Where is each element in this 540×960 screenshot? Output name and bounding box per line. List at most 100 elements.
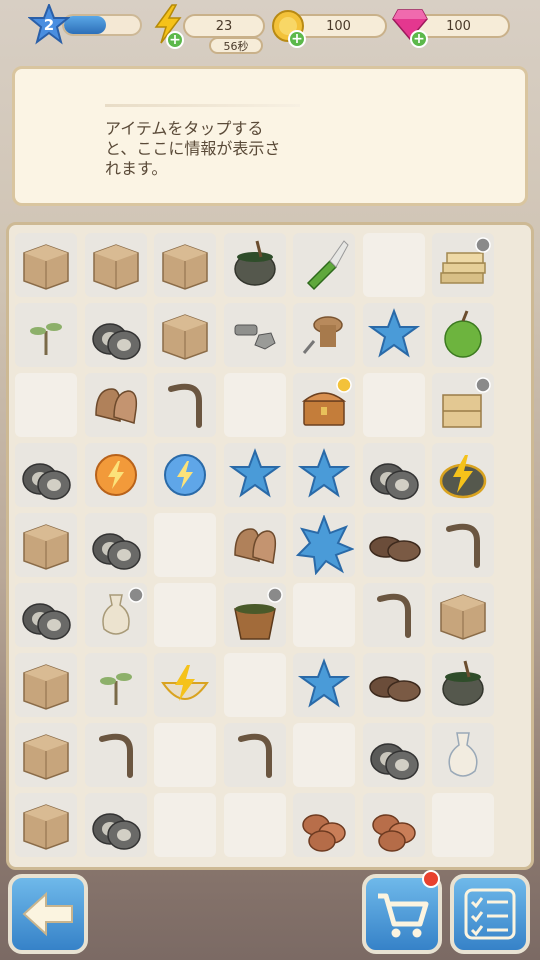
info-divider	[105, 104, 300, 107]
merge-board	[6, 222, 534, 870]
board-cell[interactable]	[15, 653, 77, 717]
board-cell[interactable]	[293, 723, 355, 787]
copper-coins-icon	[371, 814, 416, 852]
board-cell[interactable]	[293, 303, 355, 367]
sprout-icon	[99, 673, 132, 705]
tires-icon	[91, 813, 141, 850]
board-cell[interactable]	[154, 233, 216, 297]
tires-icon	[369, 463, 419, 500]
board-cell[interactable]	[223, 233, 286, 297]
energy-plus-button[interactable]: +	[166, 31, 184, 49]
drawers-icon	[442, 377, 491, 428]
board-cell[interactable]	[293, 583, 355, 647]
cardboard-box-icon	[23, 244, 69, 290]
board-cell[interactable]	[293, 513, 355, 577]
board-cell[interactable]	[293, 233, 355, 297]
cardboard-box-icon	[440, 594, 486, 640]
board-cell[interactable]	[223, 723, 286, 787]
board-cell[interactable]	[223, 793, 286, 857]
board-cell[interactable]	[432, 583, 494, 647]
board-cell[interactable]	[362, 373, 425, 437]
gloves-icon	[94, 388, 137, 424]
info-line-1: アイテムをタップする	[105, 119, 264, 138]
board-cell[interactable]	[432, 233, 494, 297]
board-cell[interactable]	[432, 653, 494, 717]
handle-icon	[446, 523, 480, 568]
board-cell[interactable]	[362, 723, 425, 787]
info-line-2: と、ここに情報が表示さ	[105, 139, 281, 158]
board-cell[interactable]	[362, 443, 425, 507]
board-cell[interactable]	[432, 723, 494, 787]
board-cell[interactable]	[84, 303, 147, 367]
board-cell[interactable]	[223, 653, 286, 717]
board-cell[interactable]	[84, 723, 147, 787]
cauldron-icon	[442, 660, 484, 706]
board-cell[interactable]	[154, 793, 216, 857]
board-cell[interactable]	[293, 373, 355, 437]
board-cell[interactable]	[362, 303, 425, 367]
board-cell[interactable]	[362, 583, 425, 647]
sprout-icon	[30, 323, 62, 355]
board-cell[interactable]	[154, 443, 216, 507]
coins-plus-button[interactable]: +	[288, 30, 306, 48]
board-cell[interactable]	[432, 443, 494, 507]
board-cell[interactable]	[154, 653, 216, 717]
tasks-button[interactable]	[450, 874, 530, 954]
board-cell[interactable]	[84, 443, 147, 507]
board-cell[interactable]	[223, 583, 286, 647]
gems-plus-button[interactable]: +	[410, 30, 428, 48]
copper-coins-icon	[302, 814, 346, 852]
board-cell[interactable]	[154, 513, 216, 577]
board-cell[interactable]	[293, 653, 355, 717]
board-cell[interactable]	[432, 513, 494, 577]
board-cell[interactable]	[293, 443, 355, 507]
board-cell[interactable]	[15, 793, 77, 857]
board-cell[interactable]	[223, 443, 286, 507]
gloves-icon	[233, 528, 276, 564]
board-cell[interactable]	[432, 303, 494, 367]
board-cell[interactable]	[223, 303, 286, 367]
cart-icon	[378, 893, 429, 938]
board-cell[interactable]	[154, 373, 216, 437]
energy-orb-blue-icon	[164, 454, 206, 496]
board-cell[interactable]	[15, 303, 77, 367]
board-cell[interactable]	[154, 303, 216, 367]
back-button[interactable]	[8, 874, 88, 954]
board-cell[interactable]	[15, 513, 77, 577]
energy-bowl-icon	[161, 665, 209, 701]
board-cell[interactable]	[223, 513, 286, 577]
board-cell[interactable]	[15, 373, 77, 437]
board-cell[interactable]	[15, 723, 77, 787]
board-cell[interactable]	[154, 723, 216, 787]
board-cell[interactable]	[293, 793, 355, 857]
board-cell[interactable]	[362, 793, 425, 857]
board-cell[interactable]	[84, 233, 147, 297]
board-cell[interactable]	[223, 373, 286, 437]
board-cell[interactable]	[15, 443, 77, 507]
board-cell[interactable]	[84, 373, 147, 437]
board-cell[interactable]	[362, 653, 425, 717]
cardboard-box-icon	[23, 524, 69, 570]
board-cell[interactable]	[362, 233, 425, 297]
board-cell[interactable]	[84, 583, 147, 647]
board-cell[interactable]	[432, 793, 494, 857]
board-cell[interactable]	[15, 233, 77, 297]
board-cell[interactable]	[362, 513, 425, 577]
knife-icon	[306, 240, 349, 291]
cauldron-icon	[233, 240, 276, 286]
coins-count: 100	[326, 18, 351, 34]
board-cell[interactable]	[154, 583, 216, 647]
cardboard-box-icon	[23, 664, 69, 710]
board-cell[interactable]	[84, 653, 147, 717]
board-cell[interactable]	[84, 793, 147, 857]
handle-icon	[376, 593, 411, 638]
star-icon	[228, 448, 281, 498]
energy-pill[interactable]: 23	[183, 14, 265, 38]
info-text: アイテムをタップする と、ここに情報が表示さ れます。	[105, 119, 305, 179]
board-cell[interactable]	[84, 513, 147, 577]
shop-notification-badge	[422, 870, 440, 888]
screw-icon	[302, 316, 343, 354]
board-cell[interactable]	[432, 373, 494, 437]
bolts-icon	[234, 324, 276, 350]
board-cell[interactable]	[15, 583, 77, 647]
